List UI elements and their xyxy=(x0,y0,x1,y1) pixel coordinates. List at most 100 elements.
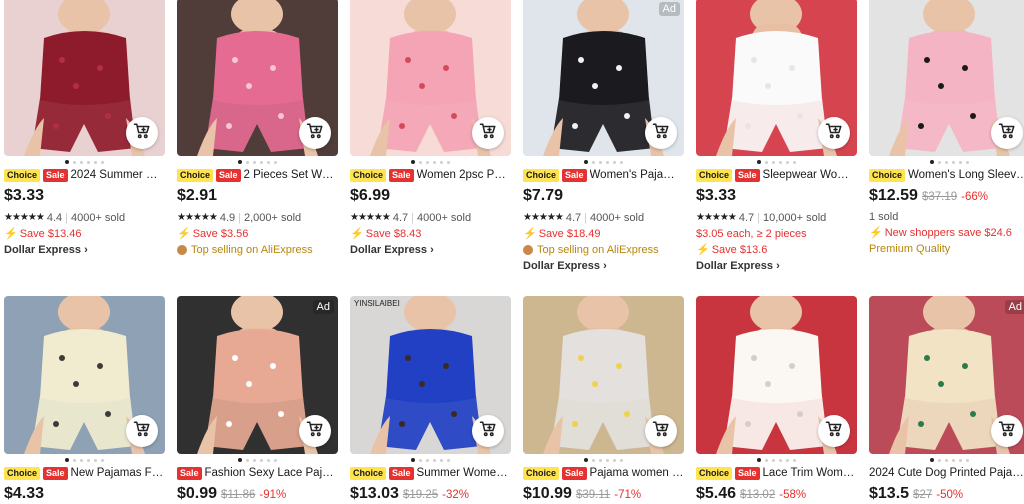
product-title[interactable]: 2024 Cute Dog Printed Pajam... xyxy=(869,466,1024,480)
carousel-dot[interactable] xyxy=(592,160,595,164)
carousel-dot[interactable] xyxy=(765,458,768,462)
product-card[interactable]: ChoiceSaleNew Pajamas Fem... $4.33 xyxy=(4,296,165,504)
carousel-dot[interactable] xyxy=(447,160,450,164)
carousel-dot[interactable] xyxy=(73,160,76,164)
carousel-dot[interactable] xyxy=(938,160,941,164)
carousel-dot[interactable] xyxy=(419,160,422,164)
carousel-dot[interactable] xyxy=(419,458,422,462)
carousel-dot[interactable] xyxy=(267,160,270,164)
product-title[interactable]: ChoiceSaleSleepwear Women... xyxy=(696,168,857,182)
product-title-text[interactable]: 2 Pieces Set Wom... xyxy=(244,169,338,181)
carousel-dot[interactable] xyxy=(426,160,429,164)
carousel-dot[interactable] xyxy=(592,458,595,462)
product-card[interactable]: Choice Sale 2 Pieces Set Wom... $2.91 ★★★★★ 4… xyxy=(177,0,338,256)
product-card[interactable]: ChoiceWomen's Long Sleeve T... $12.59$37.… xyxy=(869,0,1024,255)
carousel-dot[interactable] xyxy=(94,458,97,462)
carousel-dot[interactable] xyxy=(238,160,242,164)
carousel-dot[interactable] xyxy=(772,160,775,164)
carousel-dot[interactable] xyxy=(433,160,436,164)
carousel-dot[interactable] xyxy=(959,458,962,462)
carousel-dot[interactable] xyxy=(793,458,796,462)
carousel-dot[interactable] xyxy=(65,160,69,164)
product-title-text[interactable]: Lace Trim Women ... xyxy=(763,467,857,479)
product-title-text[interactable]: Sleepwear Women... xyxy=(763,169,857,181)
product-image[interactable] xyxy=(4,296,165,454)
add-to-cart-button[interactable] xyxy=(645,117,677,149)
carousel-dot[interactable] xyxy=(945,160,948,164)
carousel-dot[interactable] xyxy=(930,160,934,164)
carousel-dot[interactable] xyxy=(793,160,796,164)
product-title-text[interactable]: Women's Pajamas ... xyxy=(590,169,684,181)
carousel-dot[interactable] xyxy=(260,458,263,462)
carousel-dot[interactable] xyxy=(411,458,415,462)
carousel-dot[interactable] xyxy=(253,458,256,462)
product-card[interactable]: Choice Sale Women 2psc Paja... $6.99 ★★★★★ 4.… xyxy=(350,0,511,257)
carousel-dot[interactable] xyxy=(765,160,768,164)
product-title[interactable]: ChoiceSaleWomen's Pajamas ... xyxy=(523,168,684,182)
image-carousel-dots[interactable] xyxy=(523,156,684,168)
carousel-dot[interactable] xyxy=(274,458,277,462)
add-to-cart-button[interactable] xyxy=(126,117,158,149)
add-to-cart-button[interactable] xyxy=(126,415,158,447)
add-to-cart-button[interactable] xyxy=(991,415,1023,447)
product-image[interactable] xyxy=(350,0,511,156)
carousel-dot[interactable] xyxy=(952,458,955,462)
image-carousel-dots[interactable] xyxy=(869,454,1024,466)
product-title[interactable]: Choice Sale 2 Pieces Set Wom... xyxy=(177,168,338,182)
add-to-cart-button[interactable] xyxy=(472,117,504,149)
carousel-dot[interactable] xyxy=(757,458,761,462)
image-carousel-dots[interactable] xyxy=(4,156,165,168)
carousel-dot[interactable] xyxy=(757,160,761,164)
product-image[interactable] xyxy=(696,296,857,454)
carousel-dot[interactable] xyxy=(584,160,588,164)
product-title-text[interactable]: Pajama women su... xyxy=(590,467,684,479)
dollar-express-link[interactable]: Dollar Express › xyxy=(696,260,857,273)
image-carousel-dots[interactable] xyxy=(696,156,857,168)
carousel-dot[interactable] xyxy=(606,160,609,164)
carousel-dot[interactable] xyxy=(599,458,602,462)
carousel-dot[interactable] xyxy=(959,160,962,164)
image-carousel-dots[interactable] xyxy=(696,454,857,466)
product-card[interactable]: YINSILAIBEI Choice Sale Summer Women T... $1… xyxy=(350,296,511,504)
dollar-express-link[interactable]: Dollar Express › xyxy=(4,244,165,257)
add-to-cart-button[interactable] xyxy=(472,415,504,447)
image-carousel-dots[interactable] xyxy=(177,454,338,466)
carousel-dot[interactable] xyxy=(620,160,623,164)
product-image[interactable]: Ad xyxy=(869,296,1024,454)
carousel-dot[interactable] xyxy=(966,458,969,462)
product-title[interactable]: ChoiceWomen's Long Sleeve T... xyxy=(869,168,1024,182)
product-card[interactable]: ChoiceSale2024 Summer Paja...$3.33★★★★★4… xyxy=(4,0,165,257)
carousel-dot[interactable] xyxy=(65,458,69,462)
carousel-dot[interactable] xyxy=(447,458,450,462)
product-image[interactable] xyxy=(696,0,857,156)
carousel-dot[interactable] xyxy=(101,160,104,164)
product-title[interactable]: ChoiceSaleLace Trim Women ... xyxy=(696,466,857,480)
carousel-dot[interactable] xyxy=(779,160,782,164)
product-image[interactable]: Ad xyxy=(523,0,684,156)
carousel-dot[interactable] xyxy=(80,160,83,164)
product-image[interactable] xyxy=(869,0,1024,156)
carousel-dot[interactable] xyxy=(246,160,249,164)
dollar-express-link[interactable]: Dollar Express › xyxy=(350,244,511,257)
image-carousel-dots[interactable] xyxy=(4,454,165,466)
carousel-dot[interactable] xyxy=(87,160,90,164)
product-title[interactable]: ChoiceSaleNew Pajamas Fem... xyxy=(4,466,165,480)
product-card[interactable]: ChoiceSaleSleepwear Women... $3.33 ★★★★★4.… xyxy=(696,0,857,273)
carousel-dot[interactable] xyxy=(87,458,90,462)
carousel-dot[interactable] xyxy=(260,160,263,164)
product-title[interactable]: Choice Sale Women 2psc Paja... xyxy=(350,168,511,182)
carousel-dot[interactable] xyxy=(606,458,609,462)
add-to-cart-button[interactable] xyxy=(818,415,850,447)
carousel-dot[interactable] xyxy=(73,458,76,462)
product-title-text[interactable]: Women's Long Sleeve T... xyxy=(908,169,1024,181)
product-image[interactable] xyxy=(523,296,684,454)
carousel-dot[interactable] xyxy=(613,160,616,164)
carousel-dot[interactable] xyxy=(945,458,948,462)
carousel-dot[interactable] xyxy=(584,458,588,462)
image-carousel-dots[interactable] xyxy=(177,156,338,168)
carousel-dot[interactable] xyxy=(246,458,249,462)
product-title[interactable]: Sale Fashion Sexy Lace Pajam... xyxy=(177,466,338,480)
carousel-dot[interactable] xyxy=(613,458,616,462)
carousel-dot[interactable] xyxy=(786,458,789,462)
carousel-dot[interactable] xyxy=(238,458,242,462)
